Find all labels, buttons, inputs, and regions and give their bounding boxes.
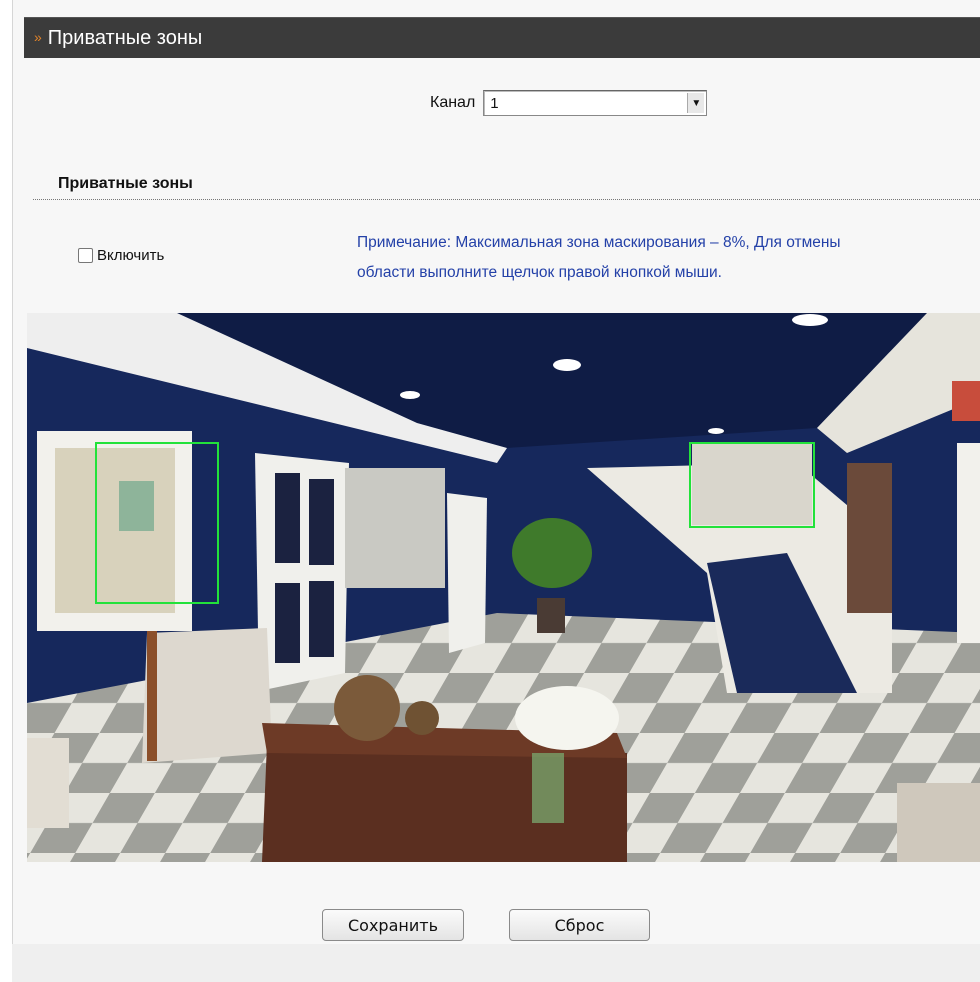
note-text: Примечание: Максимальная зона маскирован… <box>357 228 967 288</box>
enable-checkbox[interactable] <box>78 248 93 263</box>
channel-select-value: 1 <box>490 94 499 112</box>
privacy-zone-1[interactable] <box>95 442 219 604</box>
privacy-zones-heading: Приватные зоны <box>58 175 193 192</box>
camera-preview[interactable] <box>27 313 980 862</box>
page-title: Приватные зоны <box>47 26 203 49</box>
note-line-1: Примечание: Максимальная зона маскирован… <box>357 234 841 251</box>
save-button[interactable]: Сохранить <box>322 909 464 941</box>
channel-row: Канал 1 ▼ <box>430 90 708 116</box>
note-line-2: области выполните щелчок правой кнопкой … <box>357 264 722 281</box>
chevron-double-down-icon[interactable]: » <box>34 29 42 45</box>
triangle-down-icon[interactable]: ▼ <box>687 93 705 113</box>
channel-label: Канал <box>430 94 476 111</box>
channel-select[interactable]: 1 ▼ <box>483 90 708 116</box>
privacy-zone-2[interactable] <box>689 442 815 528</box>
enable-label[interactable]: Включить <box>97 247 164 264</box>
enable-row: Включить <box>78 247 164 264</box>
section-header: » Приватные зоны <box>24 17 980 58</box>
reset-button[interactable]: Сброс <box>509 909 650 941</box>
footer-band <box>12 944 980 982</box>
section-divider <box>33 199 980 200</box>
